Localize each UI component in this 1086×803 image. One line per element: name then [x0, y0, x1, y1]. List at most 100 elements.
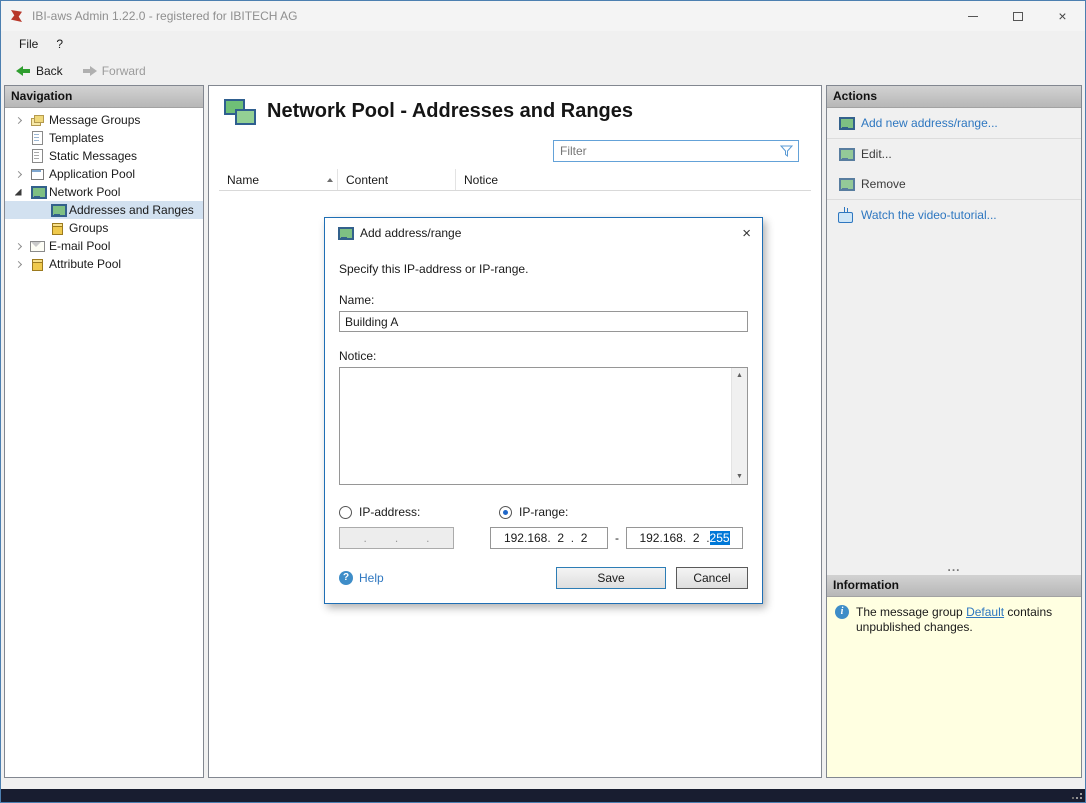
sidebar-item-label: Attribute Pool	[49, 257, 121, 271]
ip-segment: 168	[527, 531, 547, 545]
sidebar-item-groups[interactable]: Groups	[5, 219, 203, 237]
navigation-toolbar: Back Forward	[1, 57, 1085, 85]
sidebar-item-label: Addresses and Ranges	[69, 203, 194, 217]
chevron-collapsed-icon[interactable]	[11, 118, 25, 123]
cancel-button[interactable]: Cancel	[676, 567, 748, 589]
panel-splitter-grip[interactable]: ...	[827, 563, 1081, 575]
radio-ip-range[interactable]: IP-range:	[499, 505, 659, 519]
forward-arrow-icon	[82, 66, 97, 76]
back-button[interactable]: Back	[8, 60, 71, 82]
edit-address-icon	[837, 146, 853, 162]
action-label: Watch the video-tutorial...	[861, 208, 997, 222]
message-groups-icon	[29, 112, 45, 128]
table-header: Name Content Notice	[219, 169, 811, 191]
action-edit[interactable]: Edit...	[827, 139, 1081, 169]
filter-funnel-icon[interactable]	[780, 145, 793, 157]
sidebar-item-static-messages[interactable]: Static Messages	[5, 147, 203, 165]
info-text-before: The message group	[856, 605, 966, 619]
sidebar-item-attribute-pool[interactable]: Attribute Pool	[5, 255, 203, 273]
close-button[interactable]: ×	[1040, 1, 1085, 31]
chevron-collapsed-icon[interactable]	[11, 172, 25, 177]
filter-box	[553, 140, 799, 162]
ip-range-from-input[interactable]: 192.168.2.2	[490, 527, 608, 549]
default-message-group-link[interactable]: Default	[966, 605, 1004, 619]
sidebar-item-addresses-and-ranges[interactable]: Addresses and Ranges	[5, 201, 203, 219]
information-panel: i The message group Default contains unp…	[827, 597, 1081, 777]
sidebar-item-label: Groups	[69, 221, 108, 235]
app-window: IBI-aws Admin 1.22.0 - registered for IB…	[0, 0, 1086, 803]
action-label: Remove	[861, 177, 906, 191]
dialog-close-button[interactable]: ×	[742, 226, 751, 241]
right-panel: Actions Add new address/range... Edit...…	[826, 85, 1082, 778]
sidebar-item-label: Application Pool	[49, 167, 135, 181]
main-content-panel: Network Pool - Addresses and Ranges Name…	[208, 85, 822, 778]
menu-file[interactable]: File	[10, 33, 47, 55]
actions-header: Actions	[827, 86, 1081, 108]
ip-dot: .	[363, 531, 366, 545]
help-link[interactable]: ? Help	[339, 571, 384, 585]
notice-textarea[interactable]	[340, 368, 731, 484]
action-add-new-address-range[interactable]: Add new address/range...	[827, 108, 1081, 139]
add-address-range-dialog: Add address/range × Specify this IP-addr…	[324, 217, 763, 604]
action-watch-video-tutorial[interactable]: Watch the video-tutorial...	[827, 200, 1081, 230]
resize-grip[interactable]	[1070, 791, 1082, 799]
navigation-panel: Navigation Message Groups Templates Stat…	[4, 85, 204, 778]
chevron-collapsed-icon[interactable]	[11, 262, 25, 267]
back-arrow-icon	[16, 66, 31, 76]
page-title-row: Network Pool - Addresses and Ranges	[209, 86, 821, 133]
action-remove[interactable]: Remove	[827, 169, 1081, 200]
remove-address-icon	[837, 176, 853, 192]
save-button[interactable]: Save	[556, 567, 666, 589]
ip-inputs-row: . . . 192.168.2.2 - 192.168.2.255	[339, 527, 748, 549]
ip-address-label: IP-address:	[359, 505, 420, 519]
maximize-button[interactable]	[995, 1, 1040, 31]
ip-segment: 2	[551, 531, 571, 545]
static-messages-icon	[29, 148, 45, 164]
ip-segment: 192	[504, 531, 524, 545]
minimize-icon	[968, 16, 978, 17]
workspace: Navigation Message Groups Templates Stat…	[1, 85, 1085, 778]
sidebar-item-message-groups[interactable]: Message Groups	[5, 111, 203, 129]
column-header-notice[interactable]: Notice	[456, 169, 811, 190]
scroll-down-icon[interactable]: ▼	[736, 469, 743, 484]
dialog-icon	[336, 225, 352, 241]
sidebar-item-application-pool[interactable]: Application Pool	[5, 165, 203, 183]
name-input[interactable]	[339, 311, 748, 332]
action-label: Add new address/range...	[861, 116, 998, 130]
dialog-title: Add address/range	[360, 226, 461, 240]
action-label: Edit...	[861, 147, 892, 161]
column-header-name[interactable]: Name	[219, 169, 338, 190]
notice-scrollbar[interactable]: ▲ ▼	[731, 368, 747, 484]
ip-dot: .	[426, 531, 429, 545]
forward-button[interactable]: Forward	[74, 60, 154, 82]
ip-segment: 192	[639, 531, 659, 545]
network-pool-page-icon	[224, 98, 254, 125]
email-pool-icon	[29, 238, 45, 254]
radio-ip-address[interactable]: IP-address:	[339, 505, 499, 519]
sidebar-item-label: Static Messages	[49, 149, 137, 163]
application-pool-icon	[29, 166, 45, 182]
filter-input[interactable]	[560, 144, 776, 158]
dialog-title-bar: Add address/range ×	[325, 218, 762, 248]
sidebar-item-label: Message Groups	[49, 113, 140, 127]
minimize-button[interactable]	[950, 1, 995, 31]
menu-bar: File ?	[1, 31, 1085, 57]
name-label: Name:	[339, 293, 748, 307]
sidebar-item-templates[interactable]: Templates	[5, 129, 203, 147]
help-icon: ?	[339, 571, 353, 585]
sort-ascending-icon	[327, 178, 333, 182]
addresses-icon	[49, 202, 65, 218]
ip-segment: 2	[686, 531, 706, 545]
radio-checked-icon	[499, 506, 512, 519]
ip-mode-radio-row: IP-address: IP-range:	[339, 505, 748, 519]
chevron-collapsed-icon[interactable]	[11, 244, 25, 249]
column-header-content[interactable]: Content	[338, 169, 456, 190]
menu-help[interactable]: ?	[47, 33, 72, 55]
scroll-up-icon[interactable]: ▲	[736, 368, 743, 383]
navigation-header: Navigation	[5, 86, 203, 108]
sidebar-item-network-pool[interactable]: Network Pool	[5, 183, 203, 201]
sidebar-item-email-pool[interactable]: E-mail Pool	[5, 237, 203, 255]
ip-range-to-input[interactable]: 192.168.2.255	[626, 527, 743, 549]
chevron-expanded-icon[interactable]	[11, 189, 25, 196]
app-logo-icon	[10, 9, 25, 23]
